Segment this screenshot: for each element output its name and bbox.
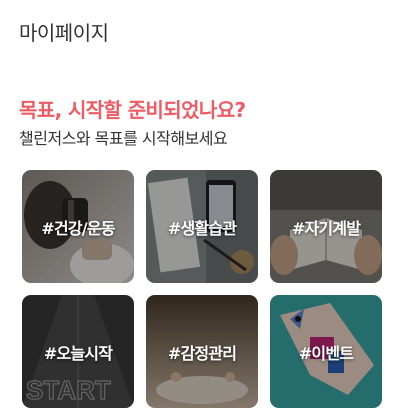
category-tile-start-today[interactable]: START #오늘시작 bbox=[22, 295, 134, 408]
category-tile-event[interactable]: #이벤트 bbox=[270, 295, 382, 408]
category-grid: #건강/운동 #생활습관 #자기계발 START #오늘시작 #감정관리 #이벤… bbox=[22, 170, 384, 410]
category-label: #건강/운동 bbox=[41, 218, 115, 238]
category-tile-health-exercise[interactable]: #건강/운동 bbox=[22, 170, 134, 283]
category-label: #감정관리 bbox=[167, 343, 237, 363]
category-label: #자기계발 bbox=[291, 218, 361, 238]
category-label: #오늘시작 bbox=[43, 343, 113, 363]
category-label: #생활습관 bbox=[167, 218, 237, 238]
category-tile-lifestyle[interactable]: #생활습관 bbox=[146, 170, 258, 283]
category-label: #이벤트 bbox=[298, 343, 354, 363]
intro-subheadline: 챌린저스와 목표를 시작해보세요 bbox=[19, 129, 228, 148]
category-tile-self-development[interactable]: #자기계발 bbox=[270, 170, 382, 283]
category-tile-emotion-management[interactable]: #감정관리 bbox=[146, 295, 258, 408]
page-title: 마이페이지 bbox=[19, 21, 109, 45]
intro-headline: 목표, 시작할 준비되었나요? bbox=[19, 98, 246, 122]
